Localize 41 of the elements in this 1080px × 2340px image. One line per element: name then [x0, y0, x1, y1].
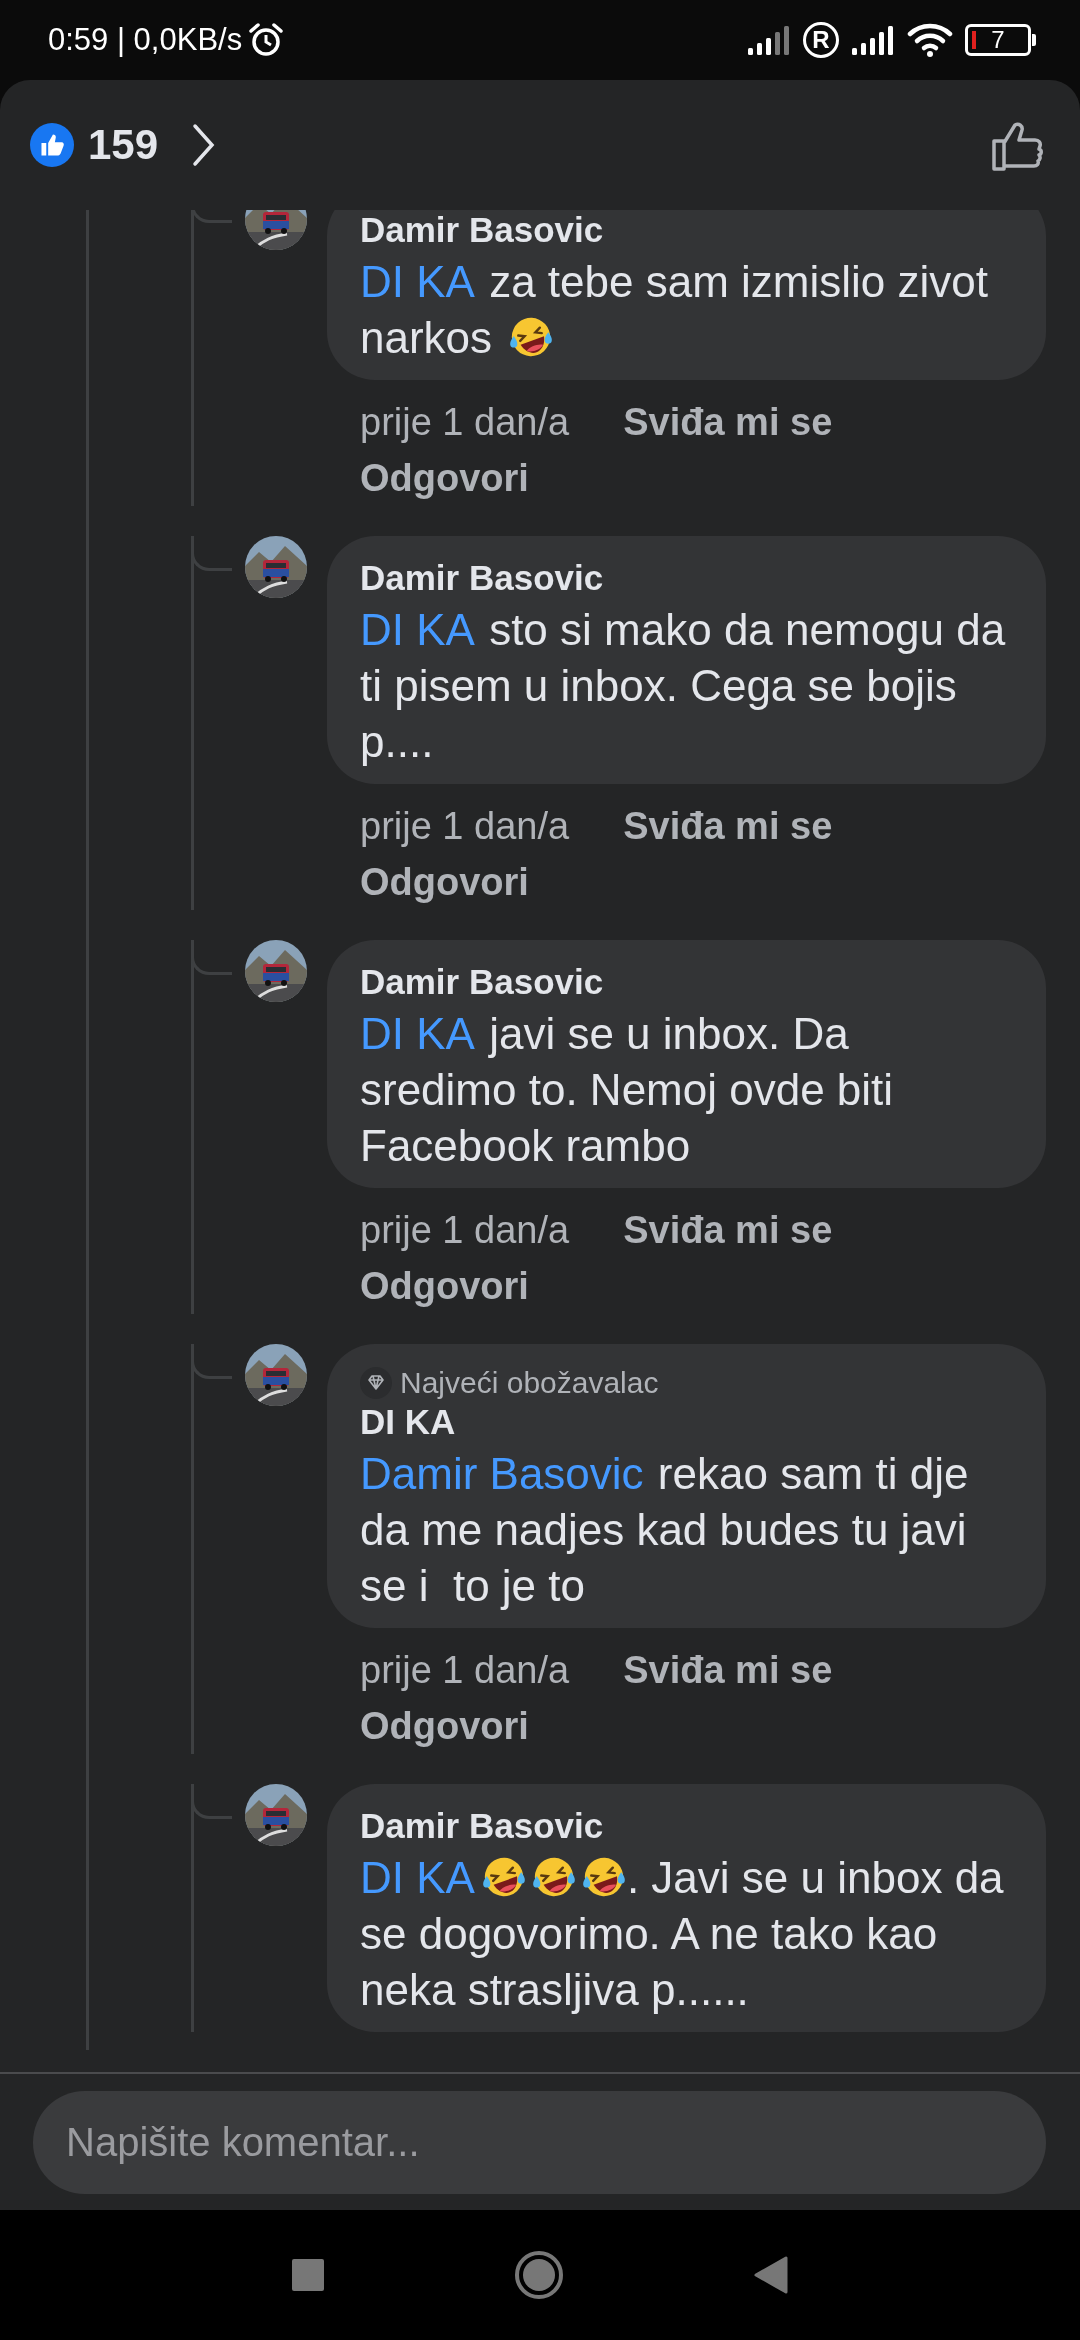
- comment-time: prije 1 dan/a: [360, 400, 570, 445]
- author-name[interactable]: Damir Basovic: [360, 962, 1016, 1002]
- like-reaction-icon: [30, 123, 74, 167]
- like-link[interactable]: Sviđa mi se: [623, 1202, 833, 1258]
- author-name[interactable]: DI KA: [360, 1402, 1016, 1442]
- fan-badge-label: Najveći obožavalac: [400, 1366, 659, 1400]
- chevron-right-icon[interactable]: [192, 123, 217, 167]
- like-link[interactable]: Sviđa mi se: [623, 798, 833, 854]
- like-link[interactable]: Sviđa mi se: [623, 1642, 833, 1698]
- mention-link[interactable]: DI KA: [360, 605, 475, 654]
- reply-link[interactable]: Odgovori: [360, 450, 529, 506]
- like-link[interactable]: Sviđa mi se: [623, 394, 833, 450]
- home-button-icon[interactable]: [514, 2250, 564, 2300]
- comment-input-field[interactable]: Napišite komentar...: [33, 2091, 1046, 2194]
- reply-link[interactable]: Odgovori: [360, 854, 529, 910]
- mention-link[interactable]: Damir Basovic: [360, 1449, 644, 1498]
- signal-icon: [851, 24, 895, 56]
- comment-text: DI KA za tebe sam izmislio zivot narkos: [360, 256, 989, 364]
- author-name[interactable]: Damir Basovic: [360, 558, 1016, 598]
- reaction-count[interactable]: 159: [88, 121, 159, 169]
- comment-text: DI KA sto si mako da nemogu da ti pisem u inbox. Cega se bojis p....: [360, 604, 1007, 768]
- back-button-icon[interactable]: [754, 2256, 788, 2294]
- mention-link[interactable]: DI KA: [360, 1009, 475, 1058]
- comment-time: prije 1 dan/a: [360, 1208, 570, 1253]
- battery-indicator: 7: [965, 24, 1036, 56]
- reply-link[interactable]: Odgovori: [360, 1258, 529, 1314]
- comment-text: Damir Basovic rekao sam ti dje da me nadjes kad budes tu javi se i to je to: [360, 1448, 970, 1612]
- author-name[interactable]: Damir Basovic: [360, 1806, 1016, 1846]
- alarm-clock-icon: [248, 22, 285, 58]
- wifi-icon: [907, 23, 953, 57]
- signal-icon: [747, 24, 791, 56]
- mention-link[interactable]: DI KA: [360, 257, 475, 306]
- reply-link[interactable]: Odgovori: [360, 1698, 529, 1754]
- author-name[interactable]: Damir Basovic: [360, 210, 1016, 250]
- comment-time: prije 1 dan/a: [360, 1648, 570, 1693]
- comment-text: DI KA javi se u inbox. Da sredimo to. Nemoj ovde biti Facebook rambo: [360, 1008, 895, 1172]
- roaming-indicator: R: [803, 22, 839, 58]
- status-time: 0:59 | 0,0KB/s: [48, 22, 243, 58]
- comment-text: DI KA . Javi se u inbox da se dogovorimo. A ne tako kao neka strasljiva p......: [360, 1852, 1005, 2016]
- comment-time: prije 1 dan/a: [360, 804, 570, 849]
- mention-link[interactable]: DI KA: [360, 1853, 475, 1902]
